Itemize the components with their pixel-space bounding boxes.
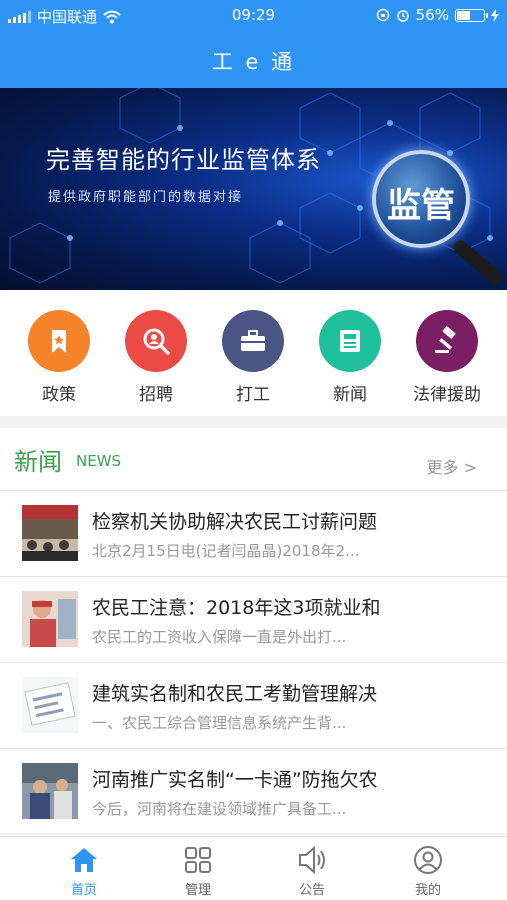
news-thumbnail (22, 763, 78, 819)
grid-icon (148, 843, 248, 877)
news-item-summary: 一、农民工综合管理信息系统产生背... (92, 714, 347, 732)
gavel-icon (416, 310, 478, 372)
news-thumbnail (22, 505, 78, 561)
news-header: 新闻 NEWS 更多 > (0, 428, 507, 490)
news-item[interactable]: 建筑实名制和农民工考勤管理解决 一、农民工综合管理信息系统产生背... (0, 662, 507, 748)
more-link[interactable]: 更多 > (427, 454, 478, 478)
category-label: 招聘 (139, 385, 173, 405)
top-bar: 中国联通 09:29 56% 工 e 通 (0, 0, 507, 88)
news-item-summary: 农民工的工资收入保障一直是外出打... (92, 628, 347, 646)
category-label: 打工 (236, 385, 270, 405)
newspaper-icon (319, 310, 381, 372)
banner-headline: 完善智能的行业监管体系 (46, 146, 321, 174)
tab-label: 管理 (184, 883, 211, 898)
news-item-title: 农民工注意：2018年这3项就业和 (92, 597, 381, 619)
category-label: 新闻 (333, 385, 367, 405)
tab-bar: 首页 管理 公告 我的 (0, 836, 507, 900)
tab-notice[interactable]: 公告 (262, 843, 362, 898)
banner-subline: 提供政府职能部门的数据对接 (48, 190, 244, 205)
tab-label: 首页 (70, 883, 97, 898)
charging-icon (491, 8, 499, 22)
tab-label: 公告 (298, 883, 325, 898)
category-news[interactable]: 新闻 (300, 310, 400, 405)
news-item[interactable]: 检察机关协助解决农民工讨薪问题 北京2月15日电(记者闫晶晶)2018年2... (0, 490, 507, 576)
news-item[interactable]: 河南推广实名制“一卡通”防拖欠农 今后，河南将在建设领域推广具备工... (0, 748, 507, 833)
category-label: 法律援助 (413, 385, 481, 405)
news-title-en: NEWS (76, 452, 122, 470)
search-person-icon (125, 310, 187, 372)
news-title: 新闻 (14, 448, 62, 476)
alarm-icon (396, 10, 409, 22)
category-work[interactable]: 打工 (203, 310, 303, 405)
tab-label: 我的 (414, 883, 441, 898)
news-item-summary: 今后，河南将在建设领域推广具备工... (92, 800, 347, 818)
news-item-title: 河南推广实名制“一卡通”防拖欠农 (92, 769, 378, 791)
category-label: 政策 (42, 385, 76, 405)
tab-mine[interactable]: 我的 (378, 843, 478, 898)
category-policy[interactable]: 政策 (9, 310, 109, 405)
category-row: 政策 招聘 打工 新闻 法律援助 (0, 290, 507, 416)
news-item-title: 检察机关协助解决农民工讨薪问题 (92, 511, 378, 533)
battery-percent: 56% (415, 6, 449, 24)
news-thumbnail (22, 677, 78, 733)
category-legal-aid[interactable]: 法律援助 (397, 310, 497, 405)
tab-home[interactable]: 首页 (34, 843, 134, 898)
status-bar: 中国联通 09:29 56% (0, 0, 507, 30)
news-item-summary: 北京2月15日电(记者闫晶晶)2018年2... (92, 542, 360, 560)
battery-icon (455, 8, 488, 22)
category-recruit[interactable]: 招聘 (106, 310, 206, 405)
home-icon (34, 843, 134, 877)
news-thumbnail (22, 591, 78, 647)
magnifier-icon: 监管 (372, 150, 470, 248)
bookmark-icon (28, 310, 90, 372)
rotation-lock-icon (376, 8, 389, 22)
app-title: 工 e 通 (211, 50, 296, 74)
news-section: 新闻 NEWS 更多 > 检察机关协助解决农民工讨薪问题 北京2月15日电(记者… (0, 428, 507, 833)
user-icon (378, 843, 478, 877)
banner-badge: 监管 (387, 186, 455, 226)
tab-manage[interactable]: 管理 (148, 843, 248, 898)
briefcase-icon (222, 310, 284, 372)
promo-banner[interactable]: 完善智能的行业监管体系 提供政府职能部门的数据对接 监管 (0, 88, 507, 290)
news-item-title: 建筑实名制和农民工考勤管理解决 (92, 683, 378, 705)
news-item[interactable]: 农民工注意：2018年这3项就业和 农民工的工资收入保障一直是外出打... (0, 576, 507, 662)
speaker-icon (262, 843, 362, 877)
